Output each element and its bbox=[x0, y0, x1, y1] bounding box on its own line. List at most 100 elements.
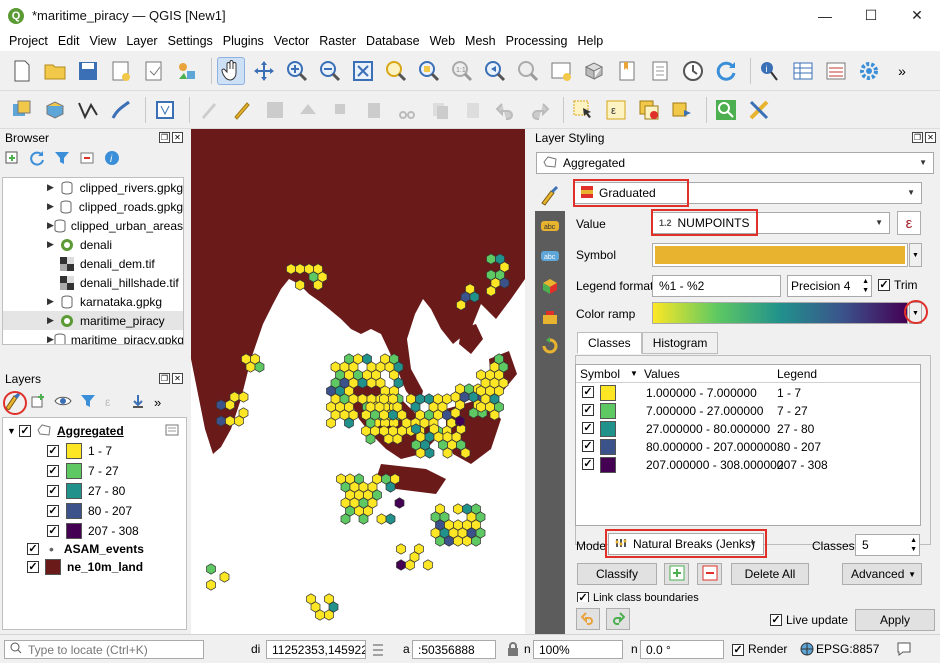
legend-class-1[interactable]: ✓ 1 - 7 bbox=[47, 442, 112, 460]
layer-asam-events[interactable]: ✓ • ASAM_events bbox=[27, 540, 144, 558]
row-swatch[interactable] bbox=[600, 385, 616, 401]
symbology-paintbrush-icon[interactable] bbox=[535, 180, 565, 210]
close-panel-icon[interactable]: ✕ bbox=[925, 132, 936, 143]
deselect-icon[interactable] bbox=[635, 96, 663, 124]
processing-toolbox-icon[interactable] bbox=[712, 96, 740, 124]
precision-spinbox[interactable]: Precision 4 ▲ ▼ bbox=[787, 275, 872, 297]
browser-item[interactable]: ▶clipped_urban_areas.gpkg bbox=[3, 216, 183, 235]
symbology-tab-icon[interactable]: abc bbox=[535, 211, 565, 241]
color-ramp-button[interactable] bbox=[652, 302, 908, 324]
row-swatch[interactable] bbox=[600, 421, 616, 437]
symbol-dropdown[interactable]: ▼ bbox=[909, 243, 922, 267]
expand-all-icon[interactable] bbox=[130, 393, 146, 412]
classes-table[interactable]: Symbol ▼ Values Legend ✓ 1.000000 - 7.000… bbox=[575, 364, 921, 526]
close-panel-icon[interactable]: ✕ bbox=[172, 373, 183, 384]
identify-icon[interactable]: i bbox=[756, 57, 784, 85]
close-window-button[interactable]: ✕ bbox=[894, 0, 940, 31]
refresh-browser-icon[interactable] bbox=[29, 150, 45, 169]
class-row[interactable]: ✓ 7.000000 - 27.000000 7 - 27 bbox=[576, 402, 920, 420]
trim-checkbox[interactable]: ✓ bbox=[878, 279, 890, 291]
new-3d-view-icon[interactable] bbox=[580, 57, 608, 85]
browser-item[interactable]: ▶ denali bbox=[3, 235, 183, 254]
class-checkbox[interactable]: ✓ bbox=[47, 525, 59, 537]
menu-help[interactable]: Help bbox=[572, 34, 608, 48]
bookmark-icon[interactable] bbox=[613, 57, 641, 85]
tab-histogram[interactable]: Histogram bbox=[641, 332, 719, 354]
filter-expression-icon[interactable]: ε bbox=[104, 393, 122, 412]
class-checkbox[interactable]: ✓ bbox=[47, 465, 59, 477]
undo-style-button[interactable] bbox=[576, 608, 600, 630]
minimize-button[interactable]: — bbox=[802, 0, 848, 31]
row-checkbox[interactable]: ✓ bbox=[582, 440, 594, 452]
undo-icon[interactable] bbox=[492, 96, 520, 124]
zoom-in-icon[interactable] bbox=[283, 57, 311, 85]
new-print-layout-icon[interactable] bbox=[107, 57, 135, 85]
legend-class-2[interactable]: ✓ 7 - 27 bbox=[47, 462, 119, 480]
statistics-icon[interactable] bbox=[822, 57, 850, 85]
link-boundaries-row[interactable]: ✓ Link class boundaries bbox=[577, 592, 817, 602]
history-tab-icon[interactable] bbox=[535, 331, 565, 361]
crs-label[interactable]: EPSG:8857 bbox=[816, 642, 879, 656]
temporal-controller-icon[interactable] bbox=[679, 57, 707, 85]
browser-item[interactable]: denali_dem.tif bbox=[3, 254, 183, 273]
tab-classes[interactable]: Classes bbox=[577, 332, 642, 354]
layer-checkbox[interactable]: ✓ bbox=[27, 561, 39, 573]
class-checkbox[interactable]: ✓ bbox=[47, 445, 59, 457]
float-panel-icon[interactable]: ❐ bbox=[159, 373, 170, 384]
expand-arrow-icon[interactable]: ▶ bbox=[47, 201, 59, 212]
select-by-value-icon[interactable]: ε bbox=[602, 96, 630, 124]
browser-item[interactable]: ▶ karnataka.gpkg bbox=[3, 292, 183, 311]
col-legend[interactable]: Legend bbox=[777, 367, 817, 381]
crs-globe-icon[interactable] bbox=[800, 642, 814, 659]
browser-item[interactable]: ▶ maritime_piracy.gpkg bbox=[3, 330, 183, 344]
vertex-tool-icon[interactable] bbox=[74, 96, 102, 124]
row-swatch[interactable] bbox=[600, 439, 616, 455]
select-location-icon[interactable] bbox=[668, 96, 696, 124]
classify-button[interactable]: Classify bbox=[577, 563, 657, 585]
scale-field[interactable]: :50356888 bbox=[412, 640, 496, 659]
spin-arrows-icon[interactable]: ▲ ▼ bbox=[910, 536, 917, 554]
expand-arrow-icon[interactable]: ▶ bbox=[47, 182, 59, 193]
live-update-checkbox[interactable]: ✓ bbox=[770, 614, 782, 626]
edit-pencil-icon[interactable] bbox=[228, 96, 256, 124]
layer-checkbox[interactable]: ✓ bbox=[27, 543, 39, 555]
float-panel-icon[interactable]: ❐ bbox=[159, 132, 170, 143]
expand-arrow-icon[interactable]: ▶ bbox=[47, 334, 54, 344]
expand-arrow-icon[interactable]: ▶ bbox=[47, 296, 59, 307]
paste-features-icon[interactable] bbox=[459, 96, 487, 124]
save-project-icon[interactable] bbox=[74, 57, 102, 85]
expand-arrow-icon[interactable]: ▶ bbox=[47, 315, 59, 326]
zoom-out-icon[interactable] bbox=[316, 57, 344, 85]
zoom-last-icon[interactable] bbox=[481, 57, 509, 85]
symbol-button[interactable] bbox=[652, 243, 908, 267]
class-row[interactable]: ✓ 27.000000 - 80.000000 27 - 80 bbox=[576, 420, 920, 438]
menu-vector[interactable]: Vector bbox=[269, 34, 314, 48]
attribute-table-icon[interactable] bbox=[789, 57, 817, 85]
live-update-group[interactable]: ✓ Live update bbox=[770, 613, 848, 627]
messages-icon[interactable] bbox=[896, 641, 912, 660]
advanced-button[interactable]: Advanced ▼ bbox=[842, 563, 922, 585]
row-checkbox[interactable]: ✓ bbox=[582, 422, 594, 434]
legend-class-4[interactable]: ✓ 80 - 207 bbox=[47, 502, 132, 520]
open-project-icon[interactable] bbox=[41, 57, 69, 85]
menu-layer[interactable]: Layer bbox=[121, 34, 162, 48]
browser-item[interactable]: ▶ clipped_roads.gpkg bbox=[3, 197, 183, 216]
layer-ne-10m-land[interactable]: ✓ ne_10m_land bbox=[27, 558, 143, 576]
cut-features-icon[interactable] bbox=[393, 96, 421, 124]
move-feature-icon[interactable] bbox=[327, 96, 355, 124]
class-row[interactable]: ✓ 207.000000 - 308.000000 207 - 308 bbox=[576, 456, 920, 474]
show-bookmarks-icon[interactable] bbox=[646, 57, 674, 85]
edit-multiple-icon[interactable] bbox=[195, 96, 223, 124]
locator-search-input[interactable]: Type to locate (Ctrl+K) bbox=[4, 640, 204, 659]
zoom-next-icon[interactable] bbox=[514, 57, 542, 85]
add-selected-layers-icon[interactable] bbox=[4, 150, 20, 169]
legend-class-3[interactable]: ✓ 27 - 80 bbox=[47, 482, 125, 500]
class-checkbox[interactable]: ✓ bbox=[47, 485, 59, 497]
layer-filter-icon[interactable] bbox=[165, 424, 179, 439]
manage-map-themes-icon[interactable] bbox=[54, 393, 72, 412]
labels-tab-icon[interactable]: abc bbox=[535, 241, 565, 271]
rotation-field[interactable]: 0.0 ° bbox=[640, 640, 724, 659]
class-row[interactable]: ✓ 1.000000 - 7.000000 1 - 7 bbox=[576, 384, 920, 402]
browser-item-selected[interactable]: ▶ maritime_piracy bbox=[3, 311, 183, 330]
mask-tab-icon[interactable] bbox=[535, 301, 565, 331]
